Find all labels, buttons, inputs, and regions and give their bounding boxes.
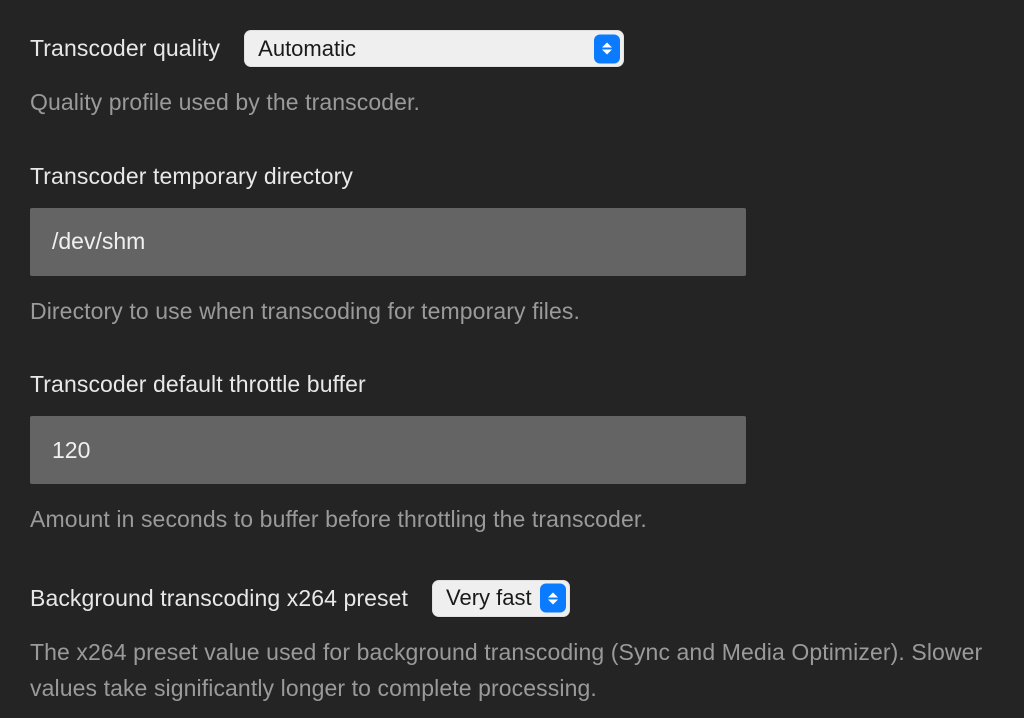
transcoder-preset-select[interactable]: Very fast [432, 580, 570, 617]
transcoder-tempdir-help: Directory to use when transcoding for te… [30, 294, 994, 330]
transcoder-quality-setting: Transcoder quality Automatic Quality pro… [30, 30, 994, 121]
transcoder-preset-setting: Background transcoding x264 preset Very … [30, 580, 994, 706]
transcoder-preset-label: Background transcoding x264 preset [30, 585, 408, 612]
transcoder-tempdir-setting: Transcoder temporary directory Directory… [30, 163, 994, 330]
transcoder-quality-help: Quality profile used by the transcoder. [30, 85, 994, 121]
transcoder-preset-value: Very fast [446, 585, 532, 611]
transcoder-quality-select[interactable]: Automatic [244, 30, 624, 67]
transcoder-throttle-setting: Transcoder default throttle buffer Amoun… [30, 371, 994, 538]
transcoder-preset-help: The x264 preset value used for backgroun… [30, 635, 994, 706]
transcoder-quality-value: Automatic [258, 36, 356, 62]
transcoder-preset-row: Background transcoding x264 preset Very … [30, 580, 994, 617]
chevron-updown-icon [540, 584, 566, 613]
chevron-updown-icon [594, 34, 620, 63]
transcoder-quality-row: Transcoder quality Automatic [30, 30, 994, 67]
transcoder-quality-label: Transcoder quality [30, 35, 220, 62]
transcoder-tempdir-input[interactable] [30, 208, 746, 276]
transcoder-throttle-help: Amount in seconds to buffer before throt… [30, 502, 994, 538]
transcoder-throttle-label: Transcoder default throttle buffer [30, 371, 994, 398]
transcoder-throttle-input[interactable] [30, 416, 746, 484]
transcoder-tempdir-label: Transcoder temporary directory [30, 163, 994, 190]
